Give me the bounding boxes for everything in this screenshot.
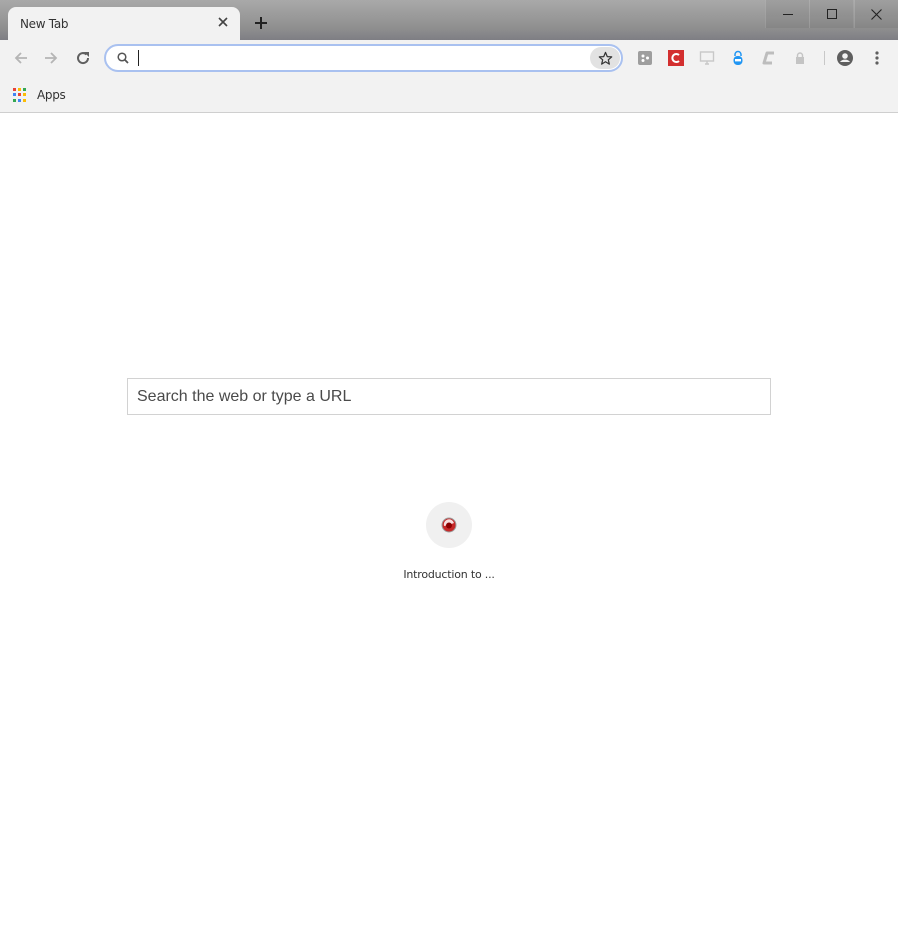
bookmarks-bar: Apps	[0, 76, 898, 113]
title-bar: New Tab	[0, 0, 898, 40]
forward-button[interactable]	[39, 46, 63, 70]
profile-button[interactable]	[836, 49, 854, 67]
apps-grid-dot	[23, 88, 26, 91]
lock-icon	[796, 52, 804, 64]
bookmark-star-button[interactable]	[590, 47, 620, 69]
apps-grid-dot	[18, 98, 21, 102]
maximize-button[interactable]	[809, 0, 853, 28]
maximize-icon	[826, 9, 837, 19]
extension-grey-square-button[interactable]	[636, 49, 654, 67]
apps-grid-icon	[13, 88, 27, 102]
most-visited-tile[interactable]: Introduction to ...	[398, 500, 500, 590]
apps-grid-dot	[13, 98, 16, 102]
tab-new-tab[interactable]: New Tab	[8, 7, 240, 40]
window-close-button[interactable]	[854, 0, 898, 28]
address-bar[interactable]	[104, 44, 623, 72]
extension-grey-c-icon	[762, 51, 774, 65]
site-favicon-icon	[441, 517, 457, 533]
tile-icon-background	[426, 502, 472, 548]
menu-button[interactable]	[868, 49, 886, 67]
account-circle-icon	[837, 50, 853, 66]
extension-red-c-button[interactable]	[667, 49, 685, 67]
extension-grey-c-button[interactable]	[760, 49, 778, 67]
minimize-icon	[782, 14, 793, 15]
apps-grid-dot	[23, 93, 26, 97]
search-icon	[117, 52, 129, 64]
reload-button[interactable]	[71, 46, 95, 70]
close-icon	[871, 8, 882, 20]
apps-label: Apps	[37, 88, 66, 102]
extension-cast-button[interactable]	[698, 49, 716, 67]
extension-red-c-icon	[668, 50, 684, 66]
back-button[interactable]	[9, 46, 33, 70]
new-tab-button[interactable]	[251, 13, 271, 33]
apps-grid-dot	[13, 88, 16, 91]
new-tab-page: Introduction to ...	[0, 114, 898, 940]
apps-grid-dot	[18, 93, 21, 97]
plus-icon	[255, 17, 267, 29]
apps-shortcut[interactable]: Apps	[13, 86, 66, 104]
close-icon	[218, 17, 228, 27]
tab-close-button[interactable]	[214, 13, 232, 31]
apps-grid-dot	[18, 88, 21, 91]
minimize-button[interactable]	[765, 0, 809, 28]
toolbar-divider	[824, 51, 825, 65]
arrow-left-icon	[14, 52, 27, 64]
ntp-search-box[interactable]	[127, 378, 771, 415]
address-input[interactable]	[136, 48, 586, 68]
kebab-menu-icon	[875, 51, 879, 65]
extension-lock-button[interactable]	[791, 49, 809, 67]
text-caret	[138, 50, 139, 66]
apps-grid-dot	[23, 98, 26, 102]
shield-lock-icon	[733, 50, 743, 65]
reload-icon	[77, 52, 90, 65]
cast-icon	[699, 51, 715, 65]
apps-grid-dot	[13, 93, 16, 97]
arrow-right-icon	[45, 52, 58, 64]
tab-title: New Tab	[20, 17, 69, 31]
ntp-search-input[interactable]	[137, 379, 757, 414]
star-icon	[598, 51, 612, 65]
toolbar	[0, 40, 898, 76]
extension-dice-icon	[638, 51, 652, 65]
extension-blue-lock-button[interactable]	[729, 49, 747, 67]
tile-title: Introduction to ...	[403, 568, 495, 581]
